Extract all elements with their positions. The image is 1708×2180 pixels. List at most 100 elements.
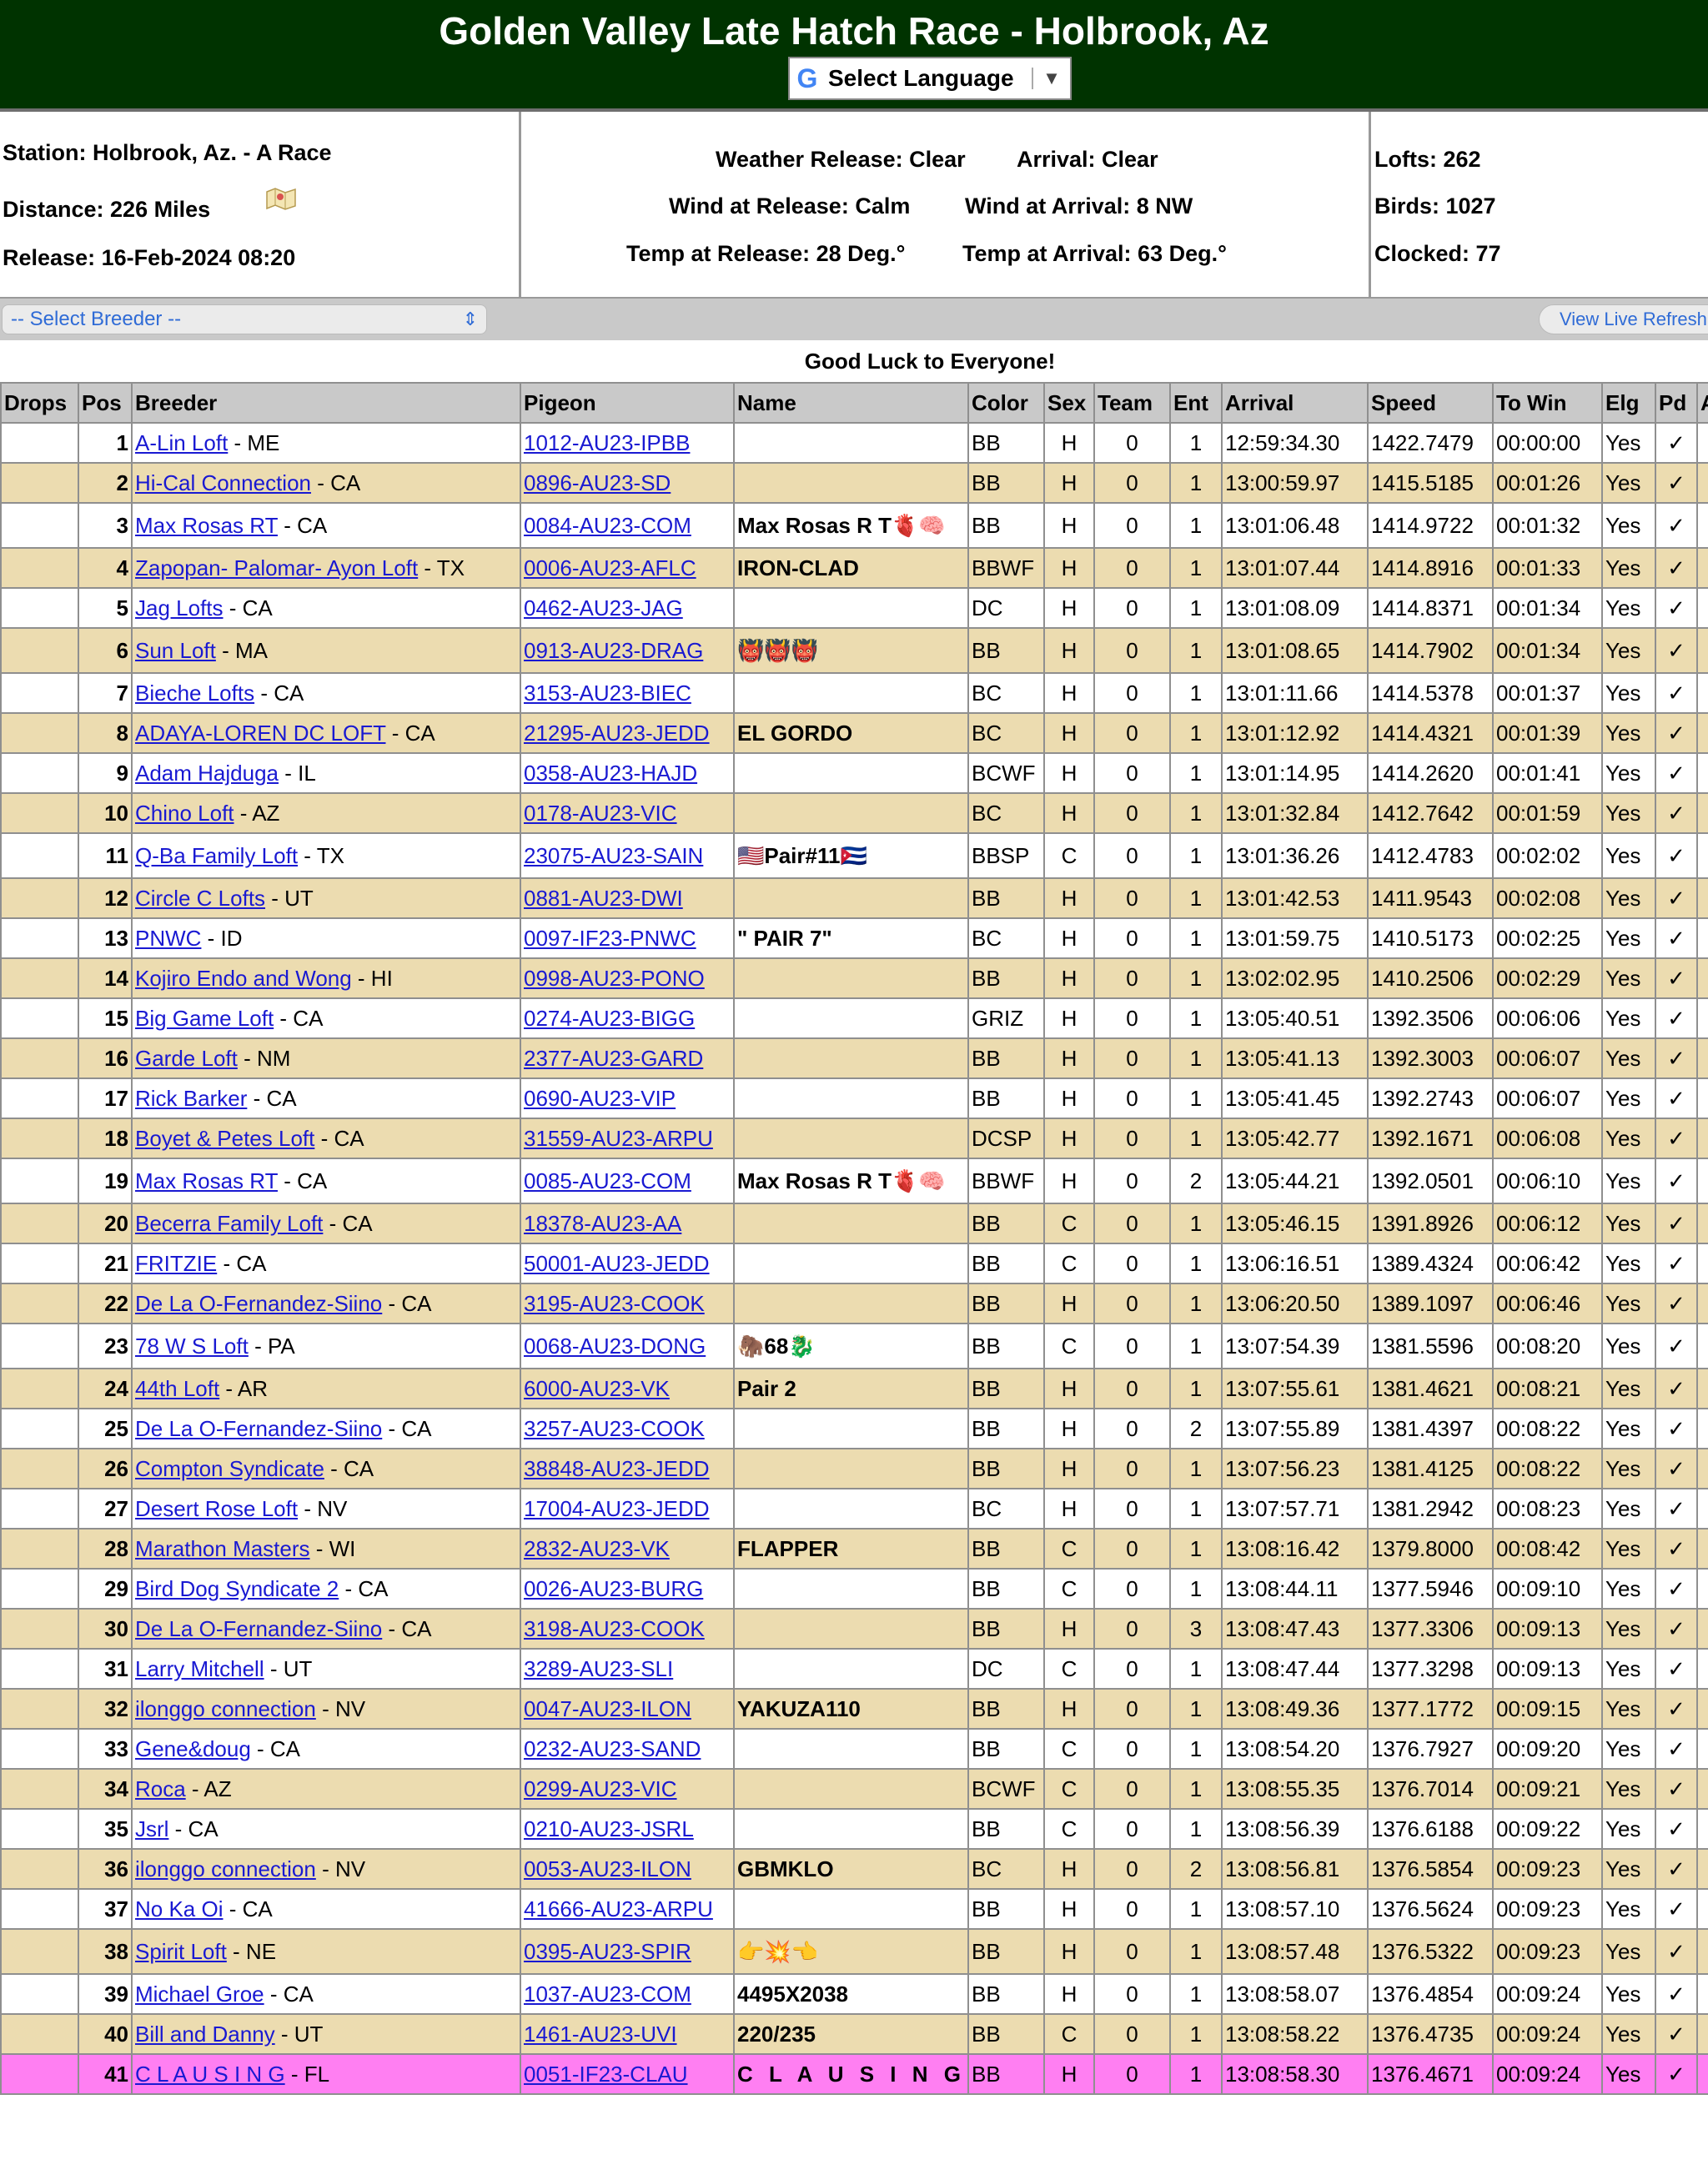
column-header-pigeon[interactable]: Pigeon: [520, 382, 735, 424]
pigeon-link[interactable]: 0006-AU23-AFLC: [524, 555, 696, 580]
breeder-link[interactable]: Max Rosas RT: [135, 513, 278, 538]
breeder-link[interactable]: Q-Ba Family Loft: [135, 843, 298, 868]
column-header-a[interactable]: A: [1696, 382, 1708, 424]
breeder-link[interactable]: Larry Mitchell: [135, 1656, 264, 1681]
breeder-link[interactable]: No Ka Oi: [135, 1896, 224, 1921]
pigeon-link[interactable]: 6000-AU23-VK: [524, 1376, 670, 1401]
pigeon-link[interactable]: 0998-AU23-PONO: [524, 966, 705, 991]
column-header-arrival[interactable]: Arrival: [1221, 382, 1369, 424]
view-live-refresh-button[interactable]: View Live Refresh: [1539, 304, 1708, 334]
pigeon-link[interactable]: 0299-AU23-VIC: [524, 1776, 677, 1801]
breeder-link[interactable]: PNWC: [135, 926, 201, 951]
map-icon[interactable]: [265, 185, 297, 210]
pigeon-link[interactable]: 3289-AU23-SLI: [524, 1656, 673, 1681]
breeder-link[interactable]: Kojiro Endo and Wong: [135, 966, 352, 991]
pigeon-link[interactable]: 0358-AU23-HAJD: [524, 761, 697, 786]
breeder-link[interactable]: ilonggo connection: [135, 1696, 316, 1721]
breeder-link[interactable]: Bird Dog Syndicate 2: [135, 1576, 339, 1601]
pigeon-link[interactable]: 0097-IF23-PNWC: [524, 926, 696, 951]
breeder-link[interactable]: Big Game Loft: [135, 1006, 274, 1031]
breeder-link[interactable]: De La O-Fernandez-Siino: [135, 1416, 382, 1441]
breeder-link[interactable]: C L A U S I N G: [135, 2062, 285, 2087]
column-header-elg[interactable]: Elg: [1601, 382, 1656, 424]
column-header-name[interactable]: Name: [733, 382, 969, 424]
pigeon-link[interactable]: 0047-AU23-ILON: [524, 1696, 691, 1721]
breeder-link[interactable]: Michael Groe: [135, 1982, 264, 2007]
pigeon-link[interactable]: 1037-AU23-COM: [524, 1982, 691, 2007]
breeder-link[interactable]: Bill and Danny: [135, 2022, 275, 2047]
breeder-link[interactable]: Gene&doug: [135, 1736, 251, 1761]
pigeon-link[interactable]: 0232-AU23-SAND: [524, 1736, 701, 1761]
pigeon-link[interactable]: 0690-AU23-VIP: [524, 1086, 676, 1111]
column-header-pos[interactable]: Pos: [78, 382, 133, 424]
pigeon-link[interactable]: 31559-AU23-ARPU: [524, 1126, 713, 1151]
pigeon-link[interactable]: 3257-AU23-COOK: [524, 1416, 705, 1441]
column-header-ent[interactable]: Ent: [1169, 382, 1223, 424]
breeder-link[interactable]: Roca: [135, 1776, 186, 1801]
breeder-link[interactable]: 78 W S Loft: [135, 1334, 249, 1359]
pigeon-link[interactable]: 0178-AU23-VIC: [524, 801, 677, 826]
breeder-link[interactable]: Desert Rose Loft: [135, 1496, 298, 1521]
breeder-link[interactable]: Jag Lofts: [135, 595, 224, 620]
breeder-link[interactable]: Zapopan- Palomar- Ayon Loft: [135, 555, 418, 580]
pigeon-link[interactable]: 21295-AU23-JEDD: [524, 721, 710, 746]
pigeon-link[interactable]: 0210-AU23-JSRL: [524, 1816, 694, 1841]
breeder-link[interactable]: Garde Loft: [135, 1046, 238, 1071]
breeder-link[interactable]: Compton Syndicate: [135, 1456, 324, 1481]
breeder-link[interactable]: FRITZIE: [135, 1251, 217, 1276]
column-header-speed[interactable]: Speed: [1367, 382, 1494, 424]
breeder-link[interactable]: Marathon Masters: [135, 1536, 310, 1561]
breeder-link[interactable]: Boyet & Petes Loft: [135, 1126, 314, 1151]
breeder-link[interactable]: Adam Hajduga: [135, 761, 279, 786]
breeder-link[interactable]: De La O-Fernandez-Siino: [135, 1291, 382, 1316]
breeder-link[interactable]: Chino Loft: [135, 801, 234, 826]
breeder-link[interactable]: De La O-Fernandez-Siino: [135, 1616, 382, 1641]
select-breeder-dropdown[interactable]: -- Select Breeder -- ⇕: [2, 304, 487, 334]
pigeon-link[interactable]: 0881-AU23-DWI: [524, 886, 683, 911]
pigeon-link[interactable]: 0053-AU23-ILON: [524, 1856, 691, 1881]
pigeon-link[interactable]: 0395-AU23-SPIR: [524, 1939, 691, 1964]
column-header-breeder[interactable]: Breeder: [131, 382, 521, 424]
select-language-button[interactable]: G Select Language ▼: [788, 57, 1072, 100]
breeder-link[interactable]: Circle C Lofts: [135, 886, 265, 911]
column-header-team[interactable]: Team: [1093, 382, 1171, 424]
pigeon-link[interactable]: 0026-AU23-BURG: [524, 1576, 703, 1601]
breeder-link[interactable]: ADAYA-LOREN DC LOFT: [135, 721, 386, 746]
breeder-link[interactable]: Spirit Loft: [135, 1939, 227, 1964]
column-header-to-win[interactable]: To Win: [1492, 382, 1603, 424]
pigeon-link[interactable]: 3195-AU23-COOK: [524, 1291, 705, 1316]
pigeon-link[interactable]: 2832-AU23-VK: [524, 1536, 670, 1561]
breeder-link[interactable]: Rick Barker: [135, 1086, 247, 1111]
breeder-link[interactable]: 44th Loft: [135, 1376, 219, 1401]
pigeon-link[interactable]: 41666-AU23-ARPU: [524, 1896, 713, 1921]
pigeon-link[interactable]: 18378-AU23-AA: [524, 1211, 681, 1236]
pigeon-link[interactable]: 2377-AU23-GARD: [524, 1046, 703, 1071]
pigeon-link[interactable]: 1461-AU23-UVI: [524, 2022, 677, 2047]
breeder-link[interactable]: A-Lin Loft: [135, 430, 228, 455]
pigeon-link[interactable]: 17004-AU23-JEDD: [524, 1496, 710, 1521]
pigeon-link[interactable]: 0896-AU23-SD: [524, 470, 671, 495]
breeder-link[interactable]: Bieche Lofts: [135, 681, 254, 706]
pigeon-link[interactable]: 0274-AU23-BIGG: [524, 1006, 695, 1031]
pigeon-link[interactable]: 38848-AU23-JEDD: [524, 1456, 710, 1481]
pigeon-link[interactable]: 1012-AU23-IPBB: [524, 430, 690, 455]
pigeon-link[interactable]: 0913-AU23-DRAG: [524, 638, 703, 663]
breeder-link[interactable]: Hi-Cal Connection: [135, 470, 311, 495]
pigeon-link[interactable]: 3198-AU23-COOK: [524, 1616, 705, 1641]
pigeon-link[interactable]: 0051-IF23-CLAU: [524, 2062, 688, 2087]
pigeon-link[interactable]: 23075-AU23-SAIN: [524, 843, 703, 868]
breeder-link[interactable]: Becerra Family Loft: [135, 1211, 323, 1236]
pigeon-link[interactable]: 3153-AU23-BIEC: [524, 681, 691, 706]
breeder-link[interactable]: Sun Loft: [135, 638, 216, 663]
breeder-link[interactable]: Jsrl: [135, 1816, 168, 1841]
breeder-link[interactable]: Max Rosas RT: [135, 1168, 278, 1193]
column-header-pd[interactable]: Pd: [1655, 382, 1698, 424]
breeder-link[interactable]: ilonggo connection: [135, 1856, 316, 1881]
column-header-drops[interactable]: Drops: [0, 382, 79, 424]
pigeon-link[interactable]: 0068-AU23-DONG: [524, 1334, 706, 1359]
pigeon-link[interactable]: 0462-AU23-JAG: [524, 595, 683, 620]
column-header-sex[interactable]: Sex: [1043, 382, 1095, 424]
pigeon-link[interactable]: 0084-AU23-COM: [524, 513, 691, 538]
pigeon-link[interactable]: 50001-AU23-JEDD: [524, 1251, 710, 1276]
column-header-color[interactable]: Color: [967, 382, 1045, 424]
